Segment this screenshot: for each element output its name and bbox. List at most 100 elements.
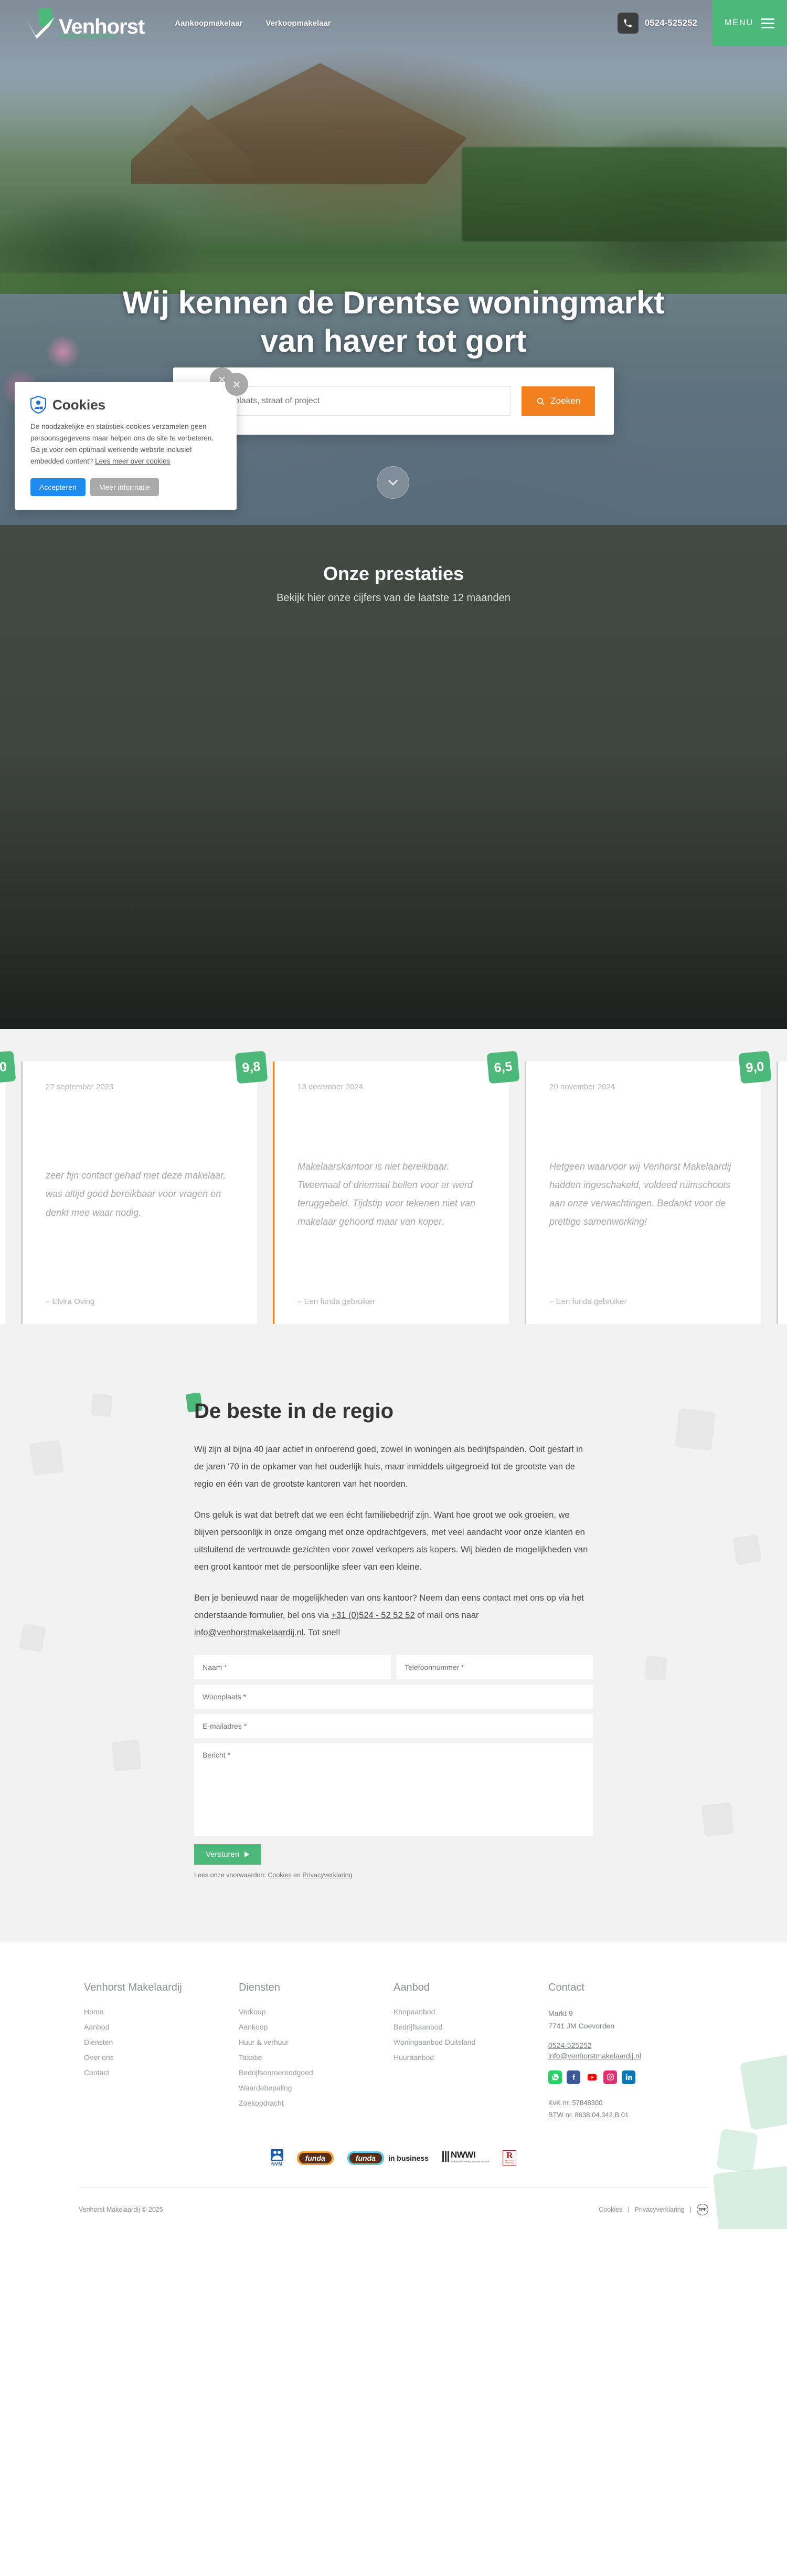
terms-and: en (291, 1871, 303, 1879)
review-author: – Een funda gebruiker (297, 1297, 375, 1306)
menu-button[interactable]: MENU (712, 0, 787, 46)
nav-item-aankoopmakelaar[interactable]: Aankoopmakelaar (175, 19, 242, 28)
footer-link-koopaanbod[interactable]: Koopaanbod (393, 2007, 435, 2016)
footer-link-huur-verhuur[interactable]: Huur & verhuur (239, 2038, 289, 2046)
regio-paragraph-3: Ben je benieuwd naar de mogelijkheden va… (194, 1590, 593, 1642)
footer-link-bedrijfsaanbod[interactable]: Bedrijfsaanbod (393, 2023, 442, 2031)
footer-link-list: Home Aanbod Diensten Over ons Contact (84, 2007, 239, 2078)
nvm-mark-icon (270, 2149, 283, 2161)
primary-nav: Aankoopmakelaar Verkoopmakelaar (175, 19, 331, 28)
footer-column-diensten: Diensten Verkoop Aankoop Huur & verhuur … (239, 1982, 393, 2121)
list-item[interactable]: Huur & verhuur (239, 2038, 393, 2047)
list-item[interactable]: Woningaanbod Duitsland (393, 2038, 548, 2047)
footer-col-title: Aanbod (393, 1982, 430, 1993)
list-item[interactable]: Aankoop (239, 2023, 393, 2032)
woonplaats-input[interactable] (194, 1685, 593, 1709)
bottom-privacy-link[interactable]: Privacyverklaring (635, 2206, 685, 2213)
footer-link-taxatie[interactable]: Taxatie (239, 2053, 262, 2062)
footer-link-waardebepaling[interactable]: Waardebepaling (239, 2084, 292, 2092)
footer-link-diensten[interactable]: Diensten (84, 2038, 113, 2046)
terms-privacy-link[interactable]: Privacyverklaring (302, 1871, 352, 1879)
search-button[interactable]: Zoeken (522, 386, 595, 416)
list-item[interactable]: Diensten (84, 2038, 239, 2047)
instagram-icon[interactable] (603, 2070, 617, 2084)
footer-link-aankoop[interactable]: Aankoop (239, 2023, 268, 2031)
nav-item-verkoopmakelaar[interactable]: Verkoopmakelaar (265, 19, 331, 28)
cookie-more-info-button[interactable]: Meer informatie (90, 478, 159, 497)
list-item[interactable]: Huuraanbod (393, 2053, 548, 2063)
regio-paragraph-1: Wij zijn al bijna 40 jaar actief in onro… (194, 1445, 583, 1489)
logo-checkmark-icon (26, 17, 55, 39)
footer-link-bog[interactable]: Bedrijfsonroerendgoed (239, 2068, 313, 2077)
terms-cookies-link[interactable]: Cookies (268, 1871, 291, 1879)
review-date: 27 september 2023 (46, 1082, 114, 1091)
regio-email-link[interactable]: info@venhorstmakelaardij.nl (194, 1628, 303, 1637)
bericht-textarea[interactable] (194, 1743, 593, 1836)
footer-link-over-ons[interactable]: Over ons (84, 2053, 114, 2062)
prestaties-title: Onze prestaties (323, 563, 464, 584)
telefoon-input[interactable] (396, 1655, 593, 1679)
footer-link-aanbod[interactable]: Aanbod (84, 2023, 109, 2031)
hero-title-line2: van haver tot gort (260, 323, 527, 359)
nwwi-logo: NWWI Nederlands Woning Waarde Instituut (442, 2150, 489, 2166)
hero-title: Wij kennen de Drentse woningmarkt van ha… (0, 283, 787, 360)
list-item[interactable]: Bedrijfsaanbod (393, 2023, 548, 2032)
whatsapp-icon[interactable] (548, 2070, 562, 2084)
scroll-down-button[interactable] (377, 466, 409, 499)
footer-link-verkoop[interactable]: Verkoop (239, 2007, 265, 2016)
footer-link-woningaanbod-duitsland[interactable]: Woningaanbod Duitsland (393, 2038, 475, 2046)
page-root: Venhorst makelaardij Aankoopmakelaar Ver… (0, 0, 787, 2230)
footer-link-contact[interactable]: Contact (84, 2068, 109, 2077)
partner-logos: NVM funda funda in business NWWI Nederla… (0, 2149, 787, 2188)
linkedin-icon[interactable] (622, 2070, 635, 2084)
list-item[interactable]: Koopaanbod (393, 2007, 548, 2017)
naam-input[interactable] (194, 1655, 391, 1679)
regio-phone-link[interactable]: +31 (0)524 - 52 52 52 (331, 1611, 414, 1620)
list-item[interactable]: Bedrijfsonroerendgoed (239, 2068, 393, 2078)
footer-bottom-links: Cookies | Privacyverklaring | TPF (599, 2204, 708, 2216)
review-date: 20 november 2024 (549, 1082, 615, 1091)
regio-section: De beste in de regio Wij zijn al bijna 4… (0, 1363, 787, 1942)
tpf-logo-icon[interactable]: TPF (697, 2204, 708, 2216)
list-item[interactable]: Home (84, 2007, 239, 2017)
decor-square (19, 1623, 46, 1653)
review-card (777, 1061, 787, 1324)
review-score-badge: 10 (0, 1050, 16, 1084)
nvm-logo: NVM (270, 2149, 283, 2167)
list-item[interactable]: Contact (84, 2068, 239, 2078)
search-button-label: Zoeken (550, 396, 580, 406)
play-arrow-icon (244, 1852, 250, 1857)
divider: | (628, 2206, 630, 2214)
footer-city: 7741 JM Coevorden (548, 2021, 615, 2030)
cookie-close-icon[interactable]: × (225, 373, 248, 396)
footer-link-home[interactable]: Home (84, 2007, 103, 2016)
list-item[interactable]: Verkoop (239, 2007, 393, 2017)
prestaties-header: Onze prestaties Bekijk hier onze cijfers… (0, 555, 787, 604)
submit-button[interactable]: Versturen (194, 1844, 261, 1865)
list-item[interactable]: Zoekopdracht (239, 2099, 393, 2108)
review-score-badge: 6,5 (486, 1050, 520, 1084)
bottom-cookies-link[interactable]: Cookies (599, 2206, 622, 2213)
footer-email-link[interactable]: info@venhorstmakelaardij.nl (548, 2052, 703, 2060)
review-card: 6,5 13 december 2024 Makelaarskantoor is… (273, 1050, 520, 1324)
decor-square (111, 1739, 142, 1772)
list-item[interactable]: Over ons (84, 2053, 239, 2063)
cookie-more-link[interactable]: Lees meer over cookies (95, 457, 170, 465)
footer-col-title: Diensten (239, 1982, 280, 1993)
footer-link-huuraanbod[interactable]: Huuraanbod (393, 2053, 434, 2062)
footer-phone-link[interactable]: 0524-525252 (548, 2041, 703, 2049)
facebook-icon[interactable] (567, 2070, 580, 2084)
list-item[interactable]: Taxatie (239, 2053, 393, 2063)
list-item[interactable]: Waardebepaling (239, 2084, 393, 2093)
youtube-icon[interactable] (585, 2070, 599, 2084)
list-item[interactable]: Aanbod (84, 2023, 239, 2032)
site-logo[interactable]: Venhorst makelaardij (24, 7, 145, 40)
cookie-accept-button[interactable]: Accepteren (30, 478, 86, 497)
reviews-carousel[interactable]: 10 9,8 27 september 2023 zeer fijn conta… (0, 1050, 787, 1324)
email-input[interactable] (194, 1714, 593, 1738)
form-terms: Lees onze voorwaarden: Cookies en Privac… (194, 1871, 593, 1879)
footer-column-venhorst: Venhorst Makelaardij Home Aanbod Dienste… (84, 1982, 239, 2121)
footer-registration: KvK nr. 57848300 BTW nr. 8638.04.342.B.0… (548, 2097, 703, 2121)
footer-link-zoekopdracht[interactable]: Zoekopdracht (239, 2099, 284, 2107)
header-phone[interactable]: 0524-525252 (617, 0, 712, 46)
